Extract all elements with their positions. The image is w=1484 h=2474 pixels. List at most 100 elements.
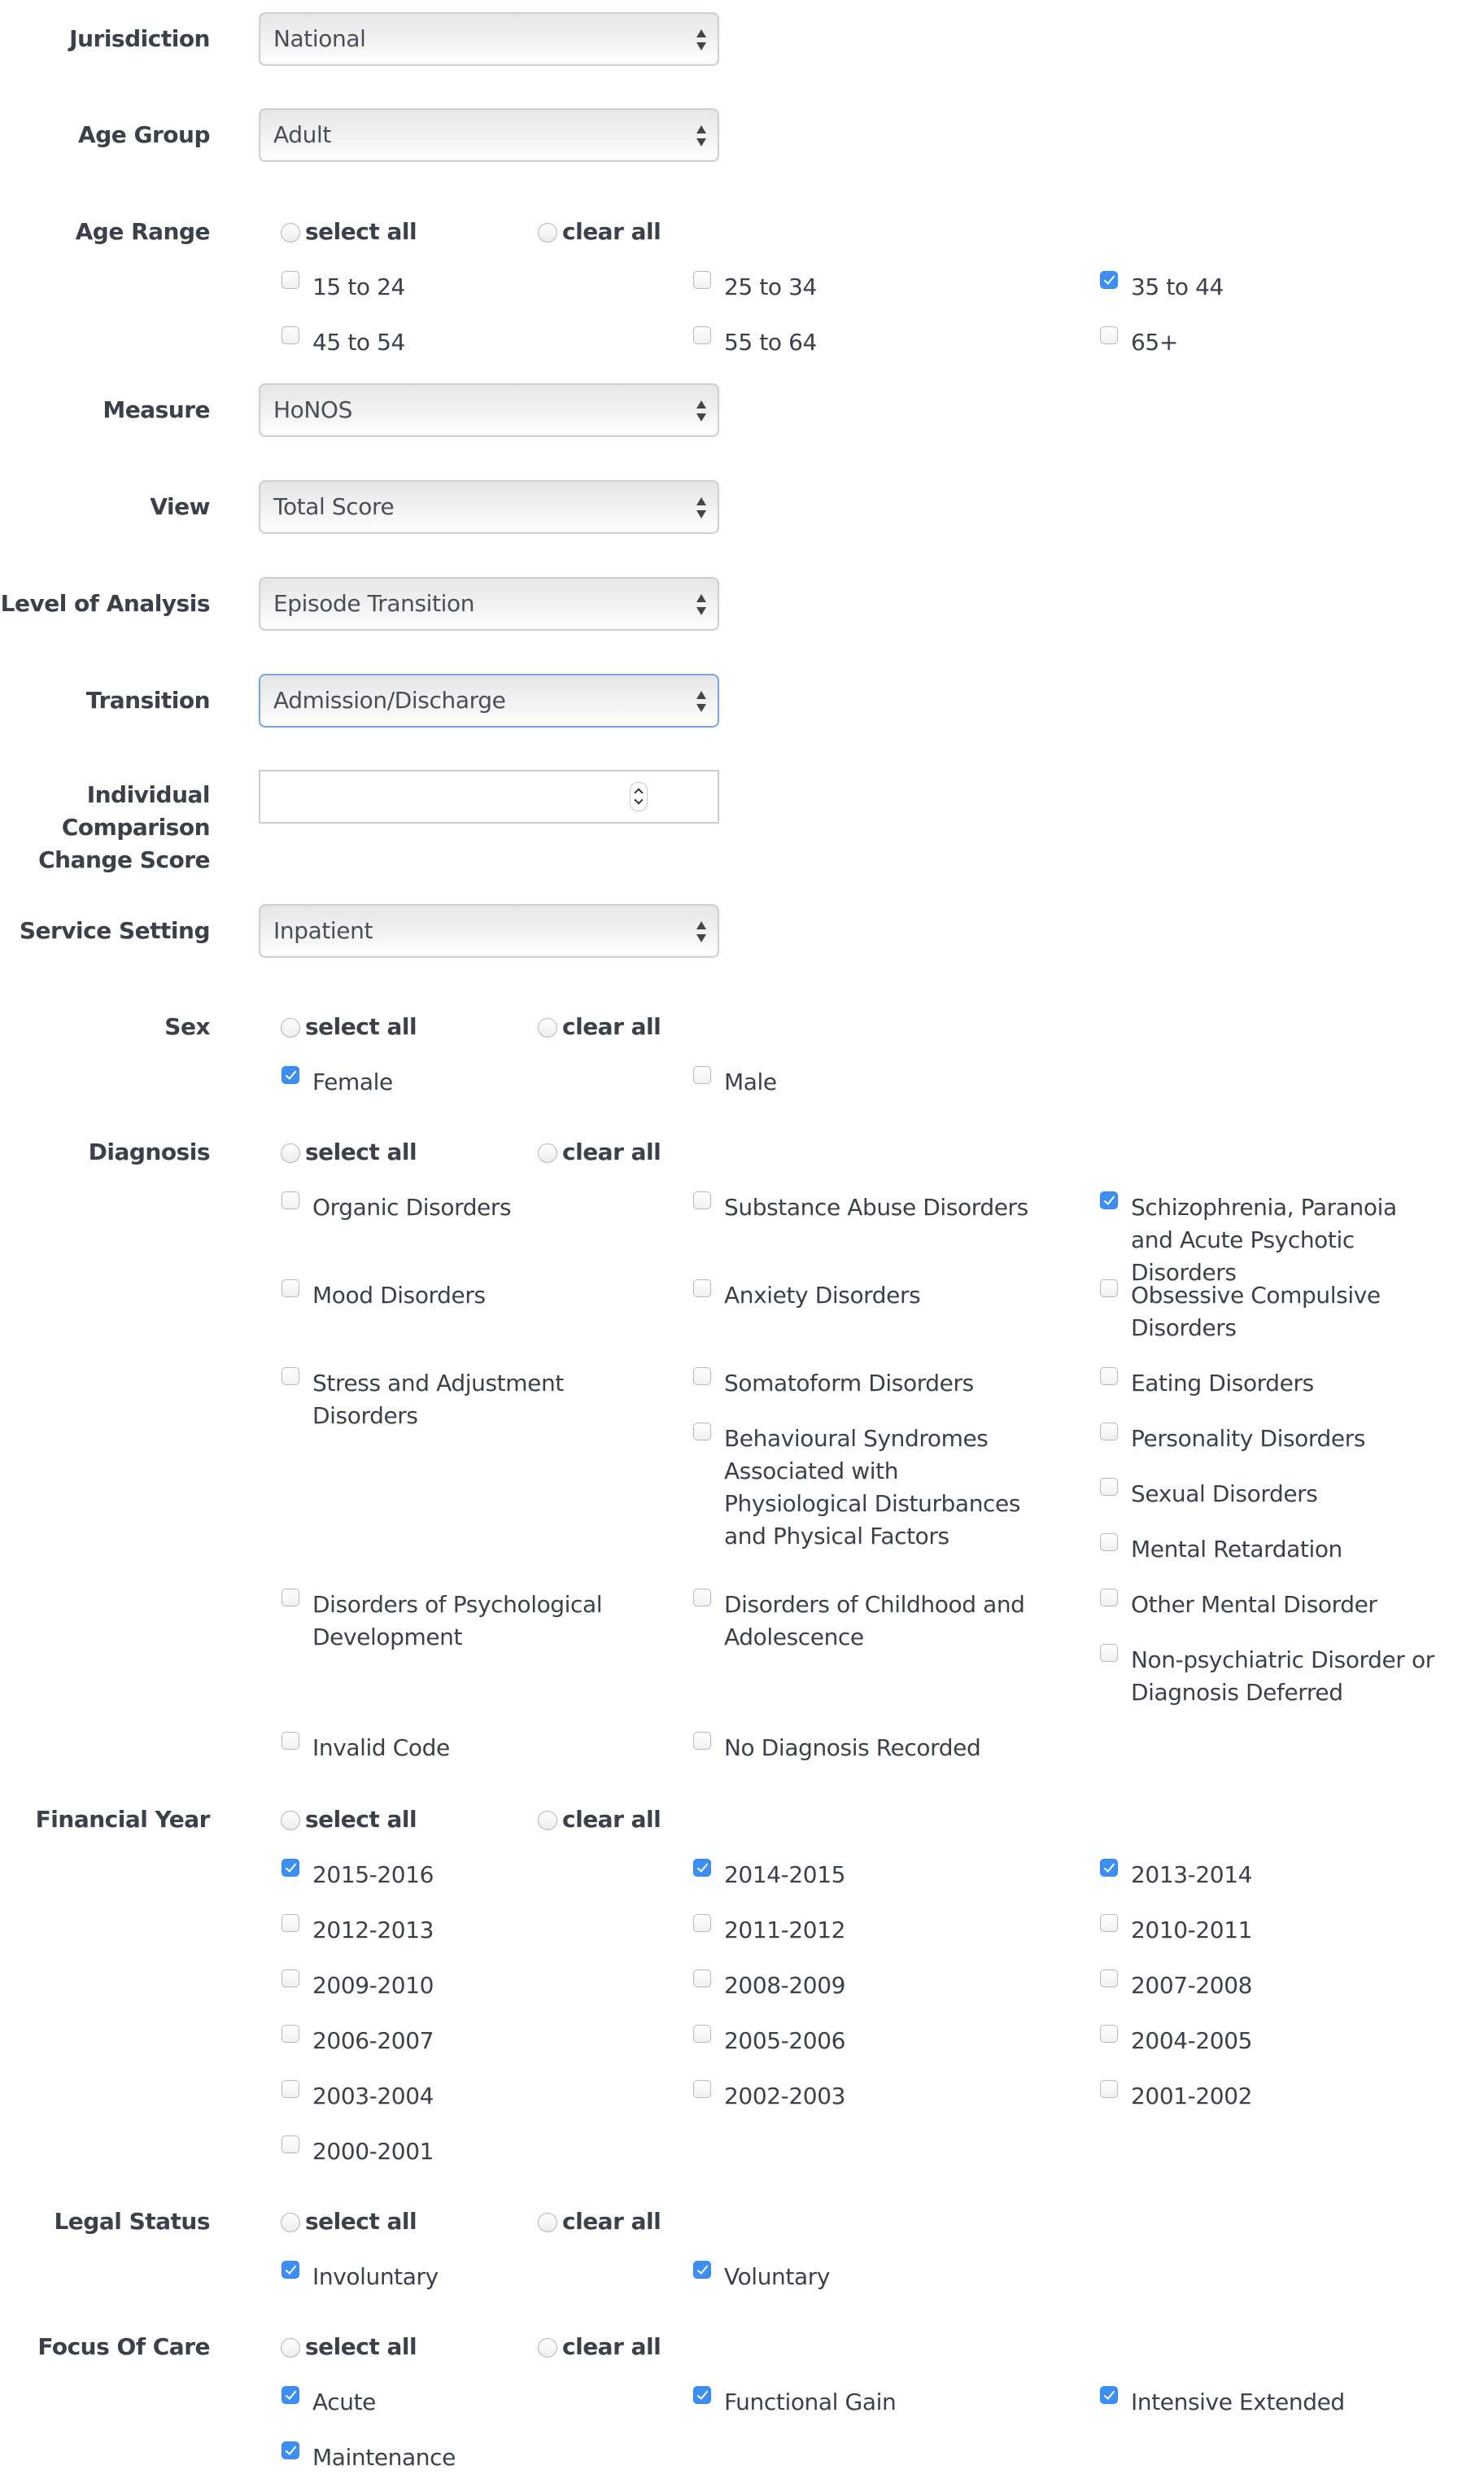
option-label: 25 to 34 (724, 273, 817, 300)
checkbox-unchecked-icon[interactable] (1100, 2080, 1118, 2098)
checkbox-unchecked-icon[interactable] (1100, 326, 1118, 344)
option-label: 2001-2002 (1131, 2083, 1253, 2109)
checkbox-unchecked-icon[interactable] (282, 326, 299, 344)
checkbox-checked-icon[interactable] (282, 1859, 299, 1877)
radio-icon (281, 1811, 300, 1830)
option-label: Anxiety Disorders (724, 1282, 921, 1309)
option-label: 2014-2015 (724, 1861, 846, 1888)
transition-value: Admission/Discharge (273, 687, 506, 714)
checkbox-unchecked-icon[interactable] (282, 1969, 299, 1987)
checkbox-unchecked-icon[interactable] (282, 2025, 299, 2043)
individual-comparison-input[interactable] (260, 771, 618, 822)
option-label: Disorders of Psychological Development (312, 1591, 603, 1650)
select-arrows-icon (696, 594, 706, 615)
option-label: Substance Abuse Disorders (724, 1194, 1028, 1221)
checkbox-unchecked-icon[interactable] (282, 1191, 299, 1209)
checkbox-checked-icon[interactable] (1100, 1191, 1118, 1209)
radio-icon (281, 1143, 300, 1163)
checkbox-unchecked-icon[interactable] (282, 1589, 299, 1606)
view-select[interactable]: Total Score (259, 480, 719, 534)
checkbox-unchecked-icon[interactable] (693, 1066, 711, 1084)
checkbox-unchecked-icon[interactable] (693, 1367, 711, 1385)
option-label: Male (724, 1069, 777, 1095)
measure-select[interactable]: HoNOS (259, 383, 719, 437)
service-setting-label: Service Setting (19, 917, 211, 944)
option-label: No Diagnosis Recorded (724, 1734, 981, 1761)
radio-icon (538, 2338, 557, 2358)
checkbox-checked-icon[interactable] (1100, 2386, 1118, 2404)
checkbox-checked-icon[interactable] (1100, 271, 1118, 289)
checkbox-checked-icon[interactable] (282, 2441, 299, 2459)
option-label: Voluntary (724, 2263, 831, 2290)
checkbox-checked-icon[interactable] (693, 1859, 711, 1877)
select-arrows-icon (696, 400, 706, 422)
service-setting-select[interactable]: Inpatient (259, 904, 719, 958)
checkbox-unchecked-icon[interactable] (693, 2025, 711, 2043)
checkbox-unchecked-icon[interactable] (693, 1914, 711, 1932)
checkbox-unchecked-icon[interactable] (693, 1732, 711, 1750)
checkbox-unchecked-icon[interactable] (1100, 1969, 1118, 1987)
checkbox-unchecked-icon[interactable] (693, 1969, 711, 1987)
checkbox-unchecked-icon[interactable] (282, 1914, 299, 1932)
checkbox-unchecked-icon[interactable] (1100, 1644, 1118, 1662)
option-label: Mood Disorders (312, 1282, 486, 1309)
select-arrows-icon (696, 691, 706, 712)
age-group-select[interactable]: Adult (259, 108, 719, 162)
option-label: 55 to 64 (724, 329, 817, 356)
option-label: 2010-2011 (1131, 1917, 1253, 1943)
checkbox-unchecked-icon[interactable] (1100, 1423, 1118, 1440)
option-label: 15 to 24 (312, 273, 405, 300)
checkbox-unchecked-icon[interactable] (693, 326, 711, 344)
measure-value: HoNOS (273, 396, 352, 423)
level-of-analysis-select[interactable]: Episode Transition (259, 577, 719, 631)
option-label: 35 to 44 (1131, 273, 1224, 300)
jurisdiction-select[interactable]: National (259, 12, 719, 66)
option-label: Involuntary (312, 2263, 439, 2290)
option-label: Functional Gain (724, 2389, 897, 2415)
checkbox-unchecked-icon[interactable] (1100, 1589, 1118, 1606)
radio-icon (538, 1018, 557, 1038)
checkbox-unchecked-icon[interactable] (1100, 2025, 1118, 2043)
checkbox-unchecked-icon[interactable] (1100, 1367, 1118, 1385)
individual-comparison-label: Individual Comparison Change Score (38, 781, 210, 873)
level-of-analysis-value: Episode Transition (273, 590, 475, 617)
checkbox-unchecked-icon[interactable] (282, 1367, 299, 1385)
checkbox-checked-icon[interactable] (1100, 1859, 1118, 1877)
checkbox-unchecked-icon[interactable] (693, 1279, 711, 1297)
checkbox-unchecked-icon[interactable] (693, 1423, 711, 1440)
checkbox-checked-icon[interactable] (693, 2386, 711, 2404)
checkbox-checked-icon[interactable] (282, 2261, 299, 2279)
checkbox-unchecked-icon[interactable] (1100, 1478, 1118, 1496)
checkbox-unchecked-icon[interactable] (693, 271, 711, 289)
checkbox-unchecked-icon[interactable] (282, 1732, 299, 1750)
option-label: 2011-2012 (724, 1917, 846, 1943)
age-group-label: Age Group (78, 121, 210, 148)
option-label: Female (312, 1069, 393, 1095)
option-label: 2015-2016 (312, 1861, 434, 1888)
checkbox-unchecked-icon[interactable] (282, 2135, 299, 2153)
checkbox-unchecked-icon[interactable] (693, 1191, 711, 1209)
option-label: Somatoform Disorders (724, 1370, 974, 1397)
checkbox-checked-icon[interactable] (282, 2386, 299, 2404)
option-label: Other Mental Disorder (1131, 1591, 1377, 1618)
checkbox-unchecked-icon[interactable] (693, 2080, 711, 2098)
diagnosis-bulk: select all clear all (0, 1136, 1484, 1169)
number-stepper-icon[interactable] (630, 782, 648, 811)
option-label: 2009-2010 (312, 1972, 434, 1999)
option-label: 2013-2014 (1131, 1861, 1253, 1888)
transition-select[interactable]: Admission/Discharge (259, 674, 719, 728)
checkbox-unchecked-icon[interactable] (282, 1279, 299, 1297)
legal-status-bulk: select all clear all (0, 2205, 1484, 2238)
checkbox-unchecked-icon[interactable] (1100, 1279, 1118, 1297)
checkbox-unchecked-icon[interactable] (282, 2080, 299, 2098)
checkbox-unchecked-icon[interactable] (282, 271, 299, 289)
checkbox-checked-icon[interactable] (282, 1066, 299, 1084)
radio-icon (538, 2213, 557, 2232)
checkbox-unchecked-icon[interactable] (1100, 1914, 1118, 1932)
option-label: Eating Disorders (1131, 1370, 1314, 1397)
checkbox-unchecked-icon[interactable] (1100, 1533, 1118, 1551)
option-label: 2005-2006 (724, 2027, 846, 2054)
option-label: Personality Disorders (1131, 1425, 1366, 1452)
checkbox-unchecked-icon[interactable] (693, 1589, 711, 1606)
checkbox-checked-icon[interactable] (693, 2261, 711, 2279)
